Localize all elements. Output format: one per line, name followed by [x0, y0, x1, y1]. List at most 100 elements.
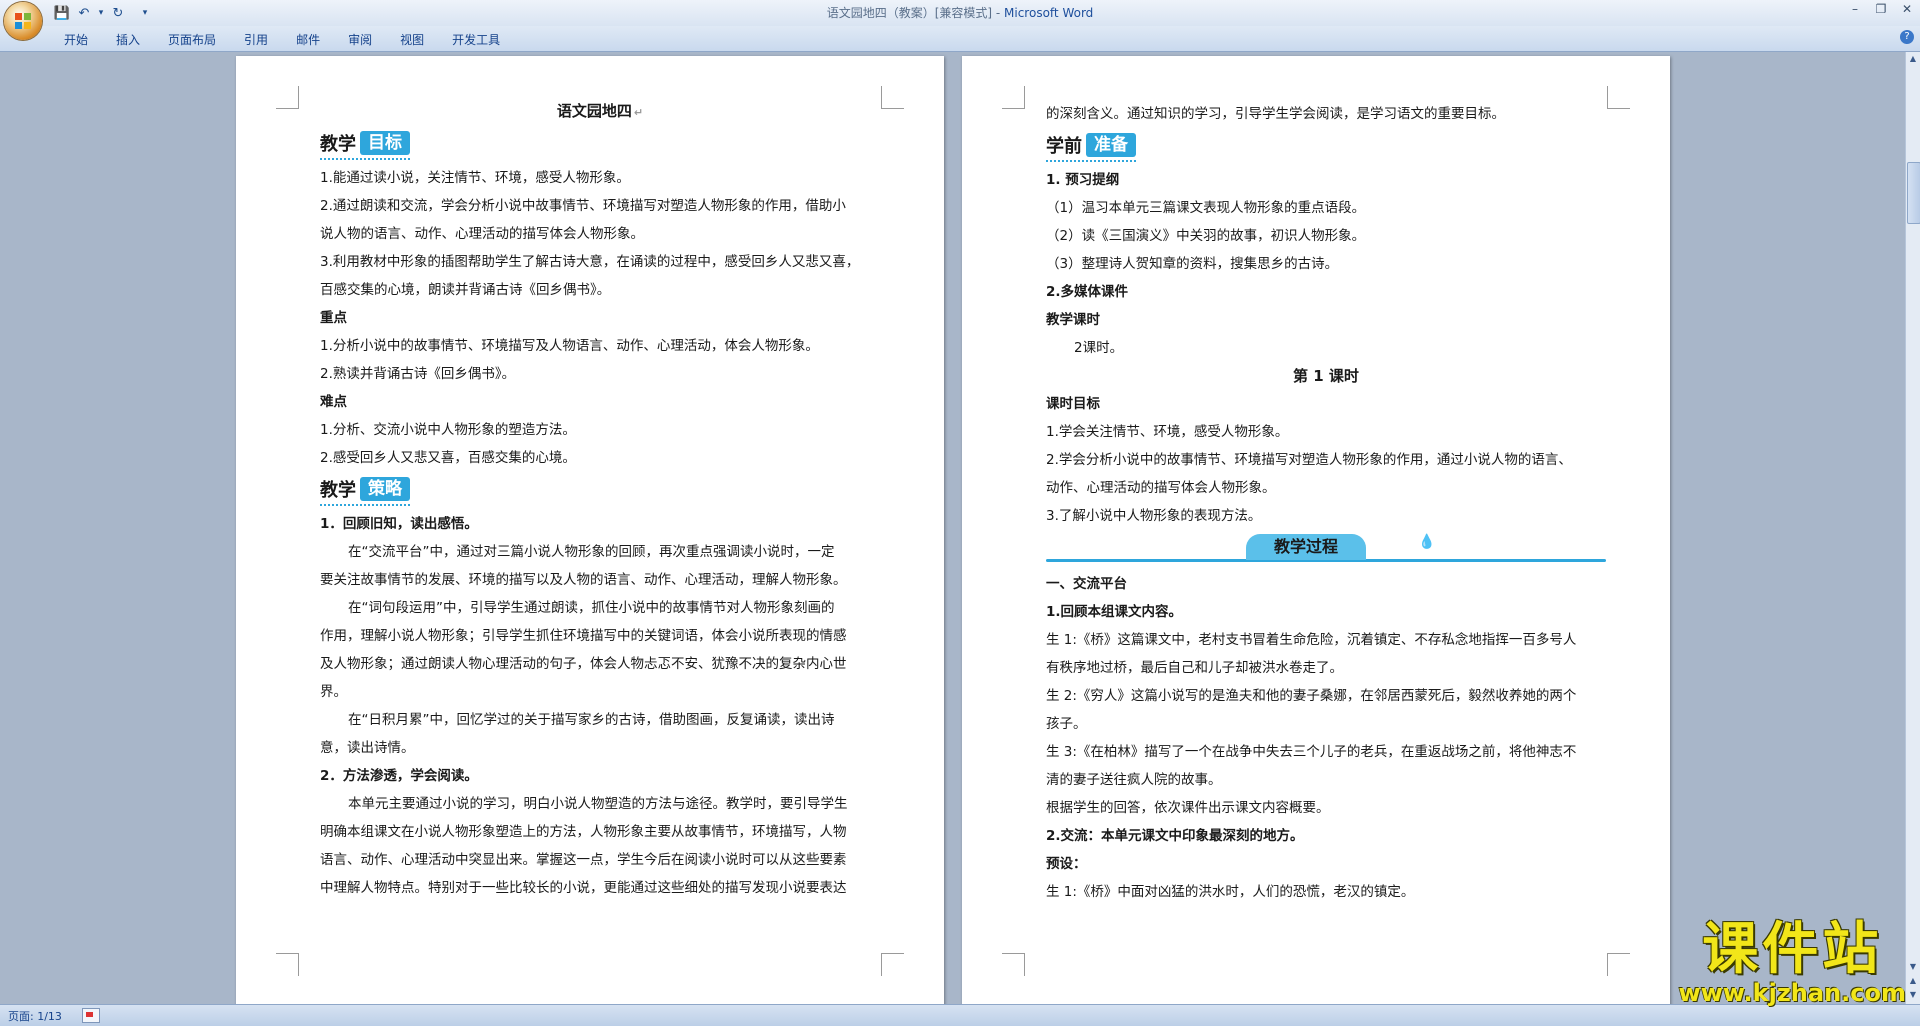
- section-badge-goals: 教学 目标: [320, 128, 880, 162]
- watermark-title: 课件站: [1702, 917, 1883, 982]
- crop-mark: [276, 86, 299, 109]
- close-button[interactable]: ✕: [1894, 0, 1920, 18]
- tab-review[interactable]: 审阅: [334, 30, 386, 50]
- goal-line: 说人物的语言、动作、心理活动的描写体会人物形象。: [320, 226, 644, 242]
- page-2-content: 的深刻含义。通过知识的学习，引导学生学会阅读，是学习语文的重要目标。 学前 准备 …: [1046, 100, 1606, 906]
- paragraph-line: 要关注故事情节的发展、环境的描写以及人物的语言、动作、心理活动，理解人物形象。: [320, 572, 847, 588]
- help-icon[interactable]: ?: [1900, 30, 1914, 44]
- paragraph-line: 及人物形象；通过朗读人物心理活动的句子，体会人物忐忑不安、犹豫不决的复杂内心世: [320, 656, 847, 672]
- prep-item: （2）读《三国演义》中关羽的故事，初识人物形象。: [1046, 228, 1366, 244]
- lesson-goal-line: 1.学会关注情节、环境，感受人物形象。: [1046, 424, 1289, 440]
- title-bar: 💾 ↶ ▾ ↻ ▾ 语文园地四（教案）[兼容模式] - Microsoft Wo…: [0, 0, 1920, 40]
- next-page-icon[interactable]: ▼: [1907, 988, 1919, 1002]
- strategy-heading: 1．回顾旧知，读出感悟。: [320, 516, 478, 532]
- window-title: 语文园地四（教案）[兼容模式] - Microsoft Word: [0, 4, 1920, 21]
- ribbon: 开始 插入 页面布局 引用 邮件 审阅 视图 开发工具 ?: [0, 26, 1920, 52]
- vertical-scrollbar[interactable]: ▲ ▼ ▲ ▼: [1905, 52, 1920, 1004]
- page-1[interactable]: 语文园地四 ↵ 教学 目标 1.能通过读小说，关注情节、环境，感受人物形象。 2.通…: [236, 56, 944, 1004]
- paragraph-line: 清的妻子送往疯人院的故事。: [1046, 772, 1222, 788]
- restore-button[interactable]: ❐: [1868, 0, 1894, 18]
- strategy-heading: 2．方法渗透，学会阅读。: [320, 768, 478, 784]
- prep-item: （1）温习本单元三篇课文表现人物形象的重点语段。: [1046, 200, 1366, 216]
- paragraph-line: 在“交流平台”中，通过对三篇小说人物形象的回顾，再次重点强调读小说时，一定: [348, 544, 835, 560]
- prep-item: （3）整理诗人贺知章的资料，搜集思乡的古诗。: [1046, 256, 1339, 272]
- section-badge-strategy: 教学 策略: [320, 474, 880, 508]
- ribbon-tabs: 开始 插入 页面布局 引用 邮件 审阅 视图 开发工具: [50, 30, 514, 50]
- crop-mark: [276, 953, 299, 976]
- paragraph-line: 生 3:《在柏林》描写了一个在战争中失去三个儿子的老兵，在重返战场之前，将他神志…: [1046, 744, 1577, 760]
- page-indicator[interactable]: 页面: 1/13: [8, 1008, 62, 1024]
- page-2[interactable]: 的深刻含义。通过知识的学习，引导学生学会阅读，是学习语文的重要目标。 学前 准备 …: [962, 56, 1670, 1004]
- crop-mark: [881, 953, 904, 976]
- key-point-line: 2.熟读并背诵古诗《回乡偶书》。: [320, 366, 516, 382]
- paragraph-line: 作用，理解小说人物形象；引导学生抓住环境描写中的关键词语，体会小说所表现的情感: [320, 628, 847, 644]
- paragraph-line: 中理解人物特点。特别对于一些比较长的小说，更能通过这些细处的描写发现小说要表达: [320, 880, 847, 896]
- section-badge-preparation: 学前 准备: [1046, 130, 1606, 164]
- page-1-content: 语文园地四 ↵ 教学 目标 1.能通过读小说，关注情节、环境，感受人物形象。 2.通…: [320, 96, 880, 902]
- tab-insert[interactable]: 插入: [102, 30, 154, 50]
- subsection-heading: 2.交流：本单元课文中印象最深刻的地方。: [1046, 828, 1304, 844]
- paragraph-line: 意，读出诗情。: [320, 740, 415, 756]
- paragraph-line: 明确本组课文在小说人物形象塑造上的方法，人物形象主要从故事情节，环境描写，人物: [320, 824, 847, 840]
- tab-references[interactable]: 引用: [230, 30, 282, 50]
- status-bar: 页面: 1/13: [0, 1004, 1920, 1026]
- paragraph-line: 根据学生的回答，依次课件出示课文内容概要。: [1046, 800, 1330, 816]
- tab-page-layout[interactable]: 页面布局: [154, 30, 230, 50]
- key-point-line: 1.分析小说中的故事情节、环境描写及人物语言、动作、心理活动，体会人物形象。: [320, 338, 819, 354]
- minimize-button[interactable]: –: [1842, 0, 1868, 18]
- lesson-goal-line: 3.了解小说中人物形象的表现方法。: [1046, 508, 1262, 524]
- tab-view[interactable]: 视图: [386, 30, 438, 50]
- paragraph-line: 有秩序地过桥，最后自己和儿子却被洪水卷走了。: [1046, 660, 1343, 676]
- paragraph-line: 生 1:《桥》这篇课文中，老村支书冒着生命危险，沉着镇定、不存私念地指挥一百多号…: [1046, 632, 1577, 648]
- banner-label: 教学过程: [1246, 534, 1367, 560]
- crop-mark: [1002, 86, 1025, 109]
- paragraph-line: 生 1:《桥》中面对凶猛的洪水时，人们的恐慌，老汉的镇定。: [1046, 884, 1415, 900]
- tab-home[interactable]: 开始: [50, 30, 102, 50]
- section-heading: 一、交流平台: [1046, 576, 1127, 592]
- paragraph-line: 的深刻含义。通过知识的学习，引导学生学会阅读，是学习语文的重要目标。: [1046, 106, 1505, 122]
- crop-mark: [1607, 953, 1630, 976]
- paragraph-line: 本单元主要通过小说的学习，明白小说人物塑造的方法与途径。教学时，要引导学生: [348, 796, 848, 812]
- proofing-icon[interactable]: [82, 1008, 100, 1023]
- paragraph-line: 生 2:《穷人》这篇小说写的是渔夫和他的妻子桑娜，在邻居西蒙死后，毅然收养她的两…: [1046, 688, 1577, 704]
- teaching-process-banner: 教学过程 💧: [1046, 534, 1606, 568]
- paragraph-line: 在“词句段运用”中，引导学生通过朗读，抓住小说中的故事情节对人物形象刻画的: [348, 600, 835, 616]
- watermark-url: www.kjzhan.com: [1678, 979, 1906, 1007]
- goal-line: 2.通过朗读和交流，学会分析小说中故事情节、环境描写对塑造人物形象的作用，借助小: [320, 198, 846, 214]
- lesson-title: 第 1 课时: [1293, 367, 1359, 385]
- crop-mark: [881, 86, 904, 109]
- lesson-goal-line: 动作、心理活动的描写体会人物形象。: [1046, 480, 1276, 496]
- lesson-goal-line: 2.学会分析小说中的故事情节、环境描写对塑造人物形象的作用，通过小说人物的语言、: [1046, 452, 1572, 468]
- app-name: Microsoft Word: [1004, 6, 1094, 20]
- paragraph-line: 在“日积月累”中，回忆学过的关于描写家乡的古诗，借助图画，反复诵读，读出诗: [348, 712, 835, 728]
- difficult-point-line: 1.分析、交流小说中人物形象的塑造方法。: [320, 422, 576, 438]
- crop-mark: [1607, 86, 1630, 109]
- document-area[interactable]: 语文园地四 ↵ 教学 目标 1.能通过读小说，关注情节、环境，感受人物形象。 2.通…: [0, 52, 1906, 1004]
- tab-developer[interactable]: 开发工具: [438, 30, 514, 50]
- office-button[interactable]: [4, 2, 42, 40]
- document-heading: 语文园地四 ↵: [556, 102, 644, 120]
- scrollbar-thumb[interactable]: [1907, 162, 1920, 224]
- previous-page-icon[interactable]: ▲: [1907, 974, 1919, 988]
- goal-line: 1.能通过读小说，关注情节、环境，感受人物形象。: [320, 170, 630, 186]
- goal-line: 百感交集的心境，朗读并背诵古诗《回乡偶书》。: [320, 282, 611, 298]
- office-logo-icon: [15, 13, 31, 29]
- difficult-point-line: 2.感受回乡人又悲又喜，百感交集的心境。: [320, 450, 576, 466]
- window-controls: – ❐ ✕: [1842, 0, 1920, 18]
- scroll-up-icon[interactable]: ▲: [1907, 52, 1919, 66]
- scroll-down-icon[interactable]: ▼: [1907, 960, 1919, 974]
- paragraph-line: 语言、动作、心理活动中突显出来。掌握这一点，学生今后在阅读小说时可以从这些要素: [320, 852, 847, 868]
- goal-line: 3.利用教材中形象的插图帮助学生了解古诗大意，在诵读的过程中，感受回乡人又悲又喜…: [320, 254, 860, 270]
- paragraph-line: 界。: [320, 684, 347, 700]
- key-points-heading: 重点: [320, 310, 347, 326]
- preset-label: 预设：: [1046, 856, 1087, 872]
- difficult-points-heading: 难点: [320, 394, 347, 410]
- teaching-hours-heading: 教学课时: [1046, 312, 1100, 328]
- lesson-goal-heading: 课时目标: [1046, 396, 1100, 412]
- paragraph-mark: ↵: [633, 106, 644, 119]
- teaching-hours-value: 2课时。: [1074, 340, 1124, 356]
- prep-heading: 1. 预习提纲: [1046, 172, 1120, 188]
- paragraph-line: 孩子。: [1046, 716, 1087, 732]
- tab-mailings[interactable]: 邮件: [282, 30, 334, 50]
- water-drop-icon: 💧: [1418, 534, 1436, 550]
